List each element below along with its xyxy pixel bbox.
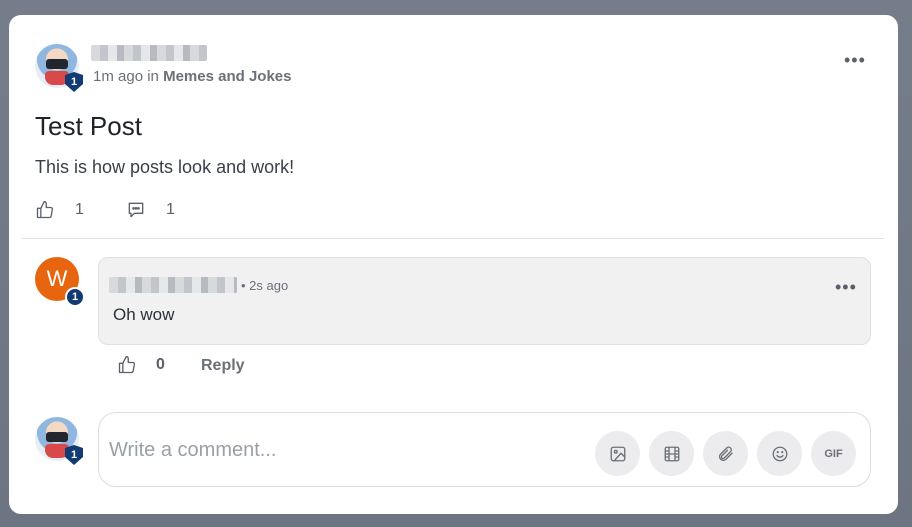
thumbs-up-icon [118, 356, 136, 374]
comment-time: • 2s ago [241, 278, 289, 293]
comment-text: Oh wow [113, 305, 175, 324]
divider [22, 238, 884, 239]
rank-badge: 1 [65, 72, 83, 92]
composer-user-avatar: 1 [35, 417, 83, 465]
post-like-button[interactable]: 1 [35, 200, 84, 220]
avatar-letter: W [46, 266, 68, 291]
gif-button[interactable]: GIF [811, 431, 856, 476]
comment-icon [128, 202, 144, 218]
emoji-button[interactable] [757, 431, 802, 476]
post-body: This is how posts look and work! [35, 157, 295, 177]
comment-author-avatar[interactable]: W 1 [35, 257, 85, 307]
post-in-word: in [147, 68, 159, 85]
community-link[interactable]: Memes and Jokes [163, 68, 291, 85]
post-meta: 1m ago in Memes and Jokes [93, 68, 291, 85]
post-time: 1m ago [93, 68, 144, 85]
comment-like-button[interactable]: 0 [117, 355, 165, 375]
post-modal: 1 1m ago in Memes and Jokes ••• Test Pos… [9, 15, 898, 514]
comment-like-count: 0 [156, 356, 165, 373]
post-author-name[interactable] [91, 45, 207, 61]
post-more-options-button[interactable]: ••• [844, 51, 866, 69]
post-header: 1 1m ago in Memes and Jokes [35, 44, 875, 92]
post-comment-button[interactable]: 1 [126, 200, 175, 220]
video-upload-button[interactable] [649, 431, 694, 476]
post-actions: 1 1 [35, 200, 335, 224]
comment-more-options-button[interactable]: ••• [835, 278, 857, 296]
post-title: Test Post [35, 111, 142, 141]
attach-file-button[interactable] [703, 431, 748, 476]
comment-input[interactable] [109, 435, 579, 465]
post-like-count: 1 [75, 201, 84, 218]
image-upload-button[interactable] [595, 431, 640, 476]
gif-icon: GIF [824, 447, 843, 460]
rank-badge: 1 [65, 445, 83, 465]
image-icon [610, 446, 625, 461]
thumbs-up-icon [36, 201, 54, 219]
reply-button[interactable]: Reply [201, 357, 245, 375]
emoji-icon [772, 446, 787, 461]
rank-badge: 1 [65, 287, 85, 307]
video-icon [664, 446, 679, 461]
post-author-avatar[interactable]: 1 [35, 44, 83, 92]
comment-composer: GIF [98, 412, 871, 487]
comment-bubble: • 2s ago ••• Oh wow [98, 257, 871, 345]
attachment-icon [718, 446, 733, 461]
comment-actions: 0 Reply [117, 355, 317, 379]
comment-author-name[interactable] [109, 277, 237, 293]
post-comment-count: 1 [166, 201, 175, 218]
